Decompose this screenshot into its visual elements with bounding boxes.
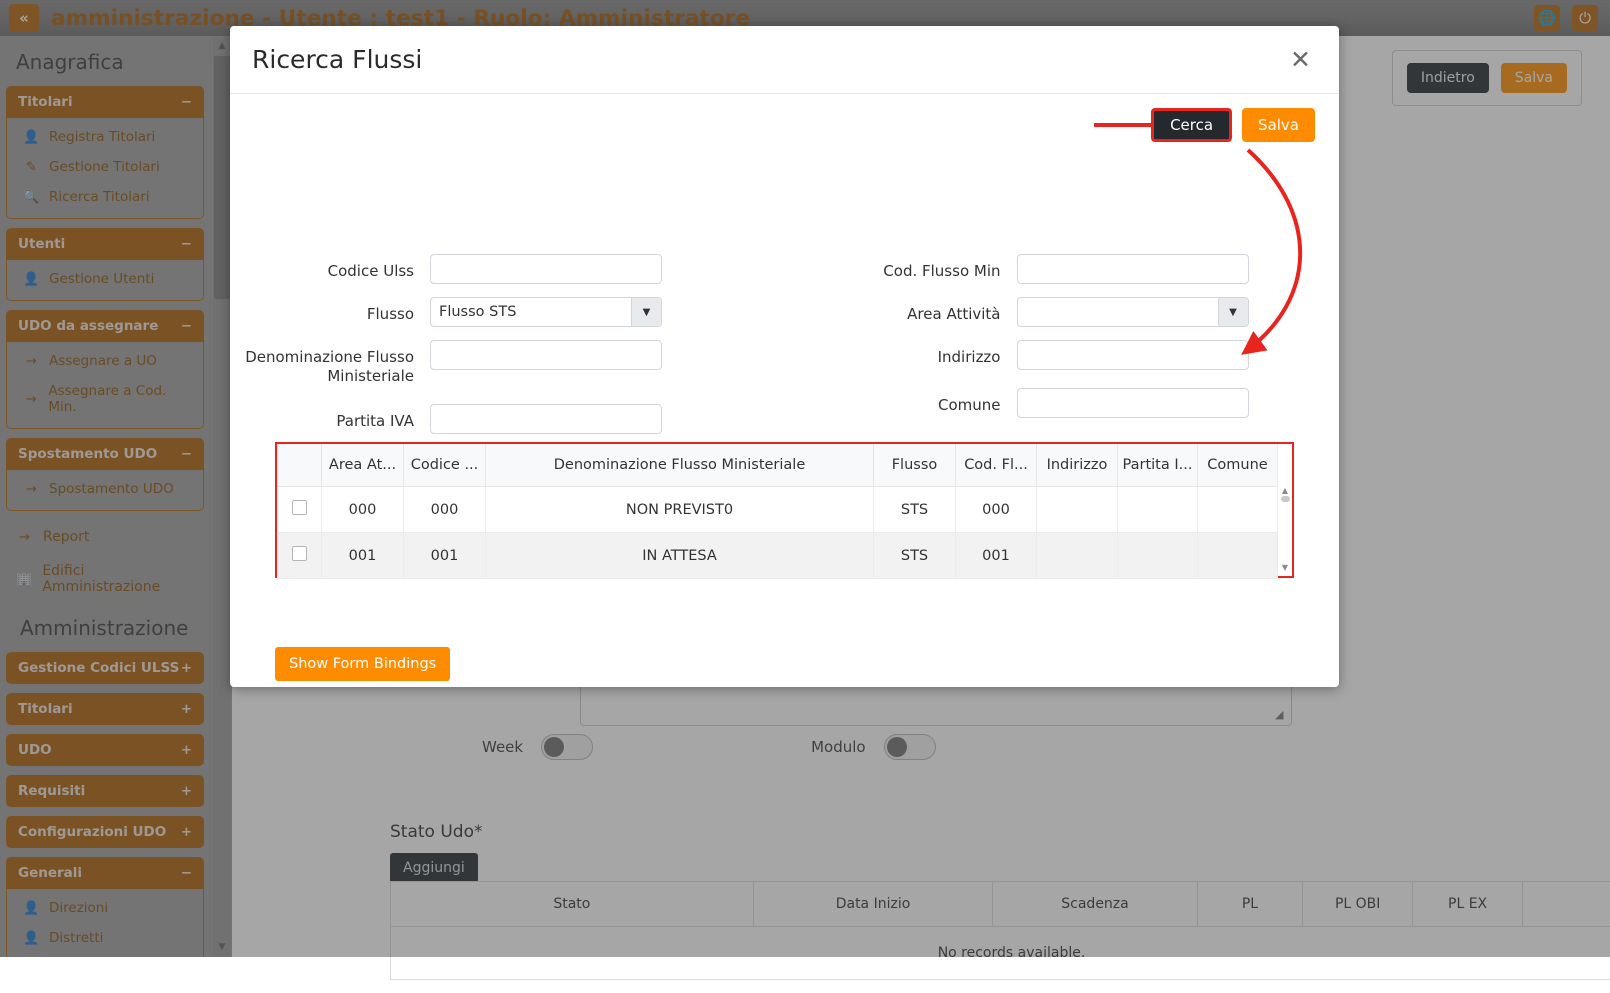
column-header-indirizzo[interactable]: Indirizzo bbox=[1037, 444, 1118, 487]
field-label: Partita IVA bbox=[230, 404, 430, 431]
cell-cod-flusso: 001 bbox=[956, 533, 1037, 579]
table-row[interactable]: 001 001 IN ATTESA STS 001 bbox=[278, 533, 1278, 579]
flusso-select[interactable]: Flusso STS ▼ bbox=[430, 297, 662, 327]
field-comune: Comune bbox=[785, 388, 1340, 418]
modal-body: Cerca Salva Codice Ulss Flusso Flusso ST… bbox=[230, 94, 1339, 687]
cell-area-attivita: 001 bbox=[322, 533, 404, 579]
column-header-select bbox=[278, 444, 322, 487]
column-header-codice[interactable]: Codice ... bbox=[404, 444, 486, 487]
field-flusso: Flusso Flusso STS ▼ bbox=[230, 297, 785, 327]
cell-partita-iva bbox=[1118, 487, 1198, 533]
modal-salva-button[interactable]: Salva bbox=[1242, 108, 1315, 142]
comune-input[interactable] bbox=[1017, 388, 1249, 418]
cell-comune bbox=[1198, 487, 1278, 533]
column-header-cod-flusso[interactable]: Cod. Fl... bbox=[956, 444, 1037, 487]
row-checkbox-cell[interactable] bbox=[278, 487, 322, 533]
show-form-bindings-button[interactable]: Show Form Bindings bbox=[275, 647, 450, 681]
chevron-down-icon[interactable]: ▼ bbox=[1218, 298, 1248, 326]
scroll-down-arrow-icon[interactable]: ▼ bbox=[1278, 563, 1292, 572]
chevron-down-icon[interactable]: ▼ bbox=[631, 298, 661, 326]
field-cod-flusso-min: Cod. Flusso Min bbox=[785, 254, 1340, 284]
cell-cod-flusso: 000 bbox=[956, 487, 1037, 533]
field-codice-ulss: Codice Ulss bbox=[230, 254, 785, 284]
cell-denominazione: NON PREVIST0 bbox=[486, 487, 874, 533]
modal-title: Ricerca Flussi bbox=[252, 45, 422, 74]
cell-flusso: STS bbox=[874, 533, 956, 579]
field-area-attivita: Area Attività ▼ bbox=[785, 297, 1340, 327]
cell-partita-iva bbox=[1118, 533, 1198, 579]
cell-codice: 001 bbox=[404, 533, 486, 579]
close-icon[interactable]: ✕ bbox=[1284, 46, 1317, 73]
row-checkbox-cell[interactable] bbox=[278, 533, 322, 579]
cerca-button[interactable]: Cerca bbox=[1151, 108, 1232, 142]
field-label: Flusso bbox=[230, 297, 430, 324]
cell-indirizzo bbox=[1037, 533, 1118, 579]
column-header-partita-iva[interactable]: Partita I... bbox=[1118, 444, 1198, 487]
modal-header: Ricerca Flussi ✕ bbox=[230, 26, 1339, 94]
table-row[interactable]: 000 000 NON PREVIST0 STS 000 bbox=[278, 487, 1278, 533]
column-header-flusso[interactable]: Flusso bbox=[874, 444, 956, 487]
field-indirizzo: Indirizzo bbox=[785, 340, 1340, 370]
results-header-row: Area At... Codice ... Denominazione Flus… bbox=[278, 444, 1278, 487]
results-scrollbar[interactable]: ▲ ▼ bbox=[1277, 444, 1292, 576]
results-table: Area At... Codice ... Denominazione Flus… bbox=[277, 444, 1278, 579]
cell-area-attivita: 000 bbox=[322, 487, 404, 533]
field-label: Indirizzo bbox=[785, 340, 1017, 367]
search-form: Codice Ulss Flusso Flusso STS ▼ Denomina… bbox=[230, 254, 1339, 447]
field-label: Codice Ulss bbox=[230, 254, 430, 281]
cod-flusso-min-input[interactable] bbox=[1017, 254, 1249, 284]
cell-indirizzo bbox=[1037, 487, 1118, 533]
denominazione-flusso-ministeriale-input[interactable] bbox=[430, 340, 662, 370]
field-label: Cod. Flusso Min bbox=[785, 254, 1017, 281]
form-column-right: Cod. Flusso Min Area Attività ▼ Indirizz… bbox=[785, 254, 1340, 447]
column-header-comune[interactable]: Comune bbox=[1198, 444, 1278, 487]
column-header-denominazione[interactable]: Denominazione Flusso Ministeriale bbox=[486, 444, 874, 487]
column-header-area-attivita[interactable]: Area At... bbox=[322, 444, 404, 487]
field-denominazione-flusso-ministeriale: Denominazione Flusso Ministeriale bbox=[230, 340, 785, 386]
ricerca-flussi-modal: Ricerca Flussi ✕ Cerca Salva Codice Ulss… bbox=[230, 26, 1339, 687]
scroll-up-arrow-icon[interactable]: ▲ bbox=[1278, 486, 1292, 495]
field-partita-iva: Partita IVA bbox=[230, 404, 785, 434]
area-attivita-select[interactable]: ▼ bbox=[1017, 297, 1249, 327]
field-label: Comune bbox=[785, 388, 1017, 415]
row-checkbox[interactable] bbox=[292, 500, 307, 515]
field-label: Area Attività bbox=[785, 297, 1017, 324]
partita-iva-input[interactable] bbox=[430, 404, 662, 434]
selected-value: Flusso STS bbox=[431, 304, 631, 320]
results-table-container: Area At... Codice ... Denominazione Flus… bbox=[275, 442, 1294, 578]
form-column-left: Codice Ulss Flusso Flusso STS ▼ Denomina… bbox=[230, 254, 785, 447]
field-label: Denominazione Flusso Ministeriale bbox=[230, 340, 430, 386]
row-checkbox[interactable] bbox=[292, 546, 307, 561]
scrollbar-thumb[interactable] bbox=[1281, 496, 1290, 502]
cell-denominazione: IN ATTESA bbox=[486, 533, 874, 579]
cell-comune bbox=[1198, 533, 1278, 579]
indirizzo-input[interactable] bbox=[1017, 340, 1249, 370]
cell-flusso: STS bbox=[874, 487, 956, 533]
codice-ulss-input[interactable] bbox=[430, 254, 662, 284]
modal-action-buttons: Cerca Salva bbox=[1151, 108, 1315, 142]
cell-codice: 000 bbox=[404, 487, 486, 533]
